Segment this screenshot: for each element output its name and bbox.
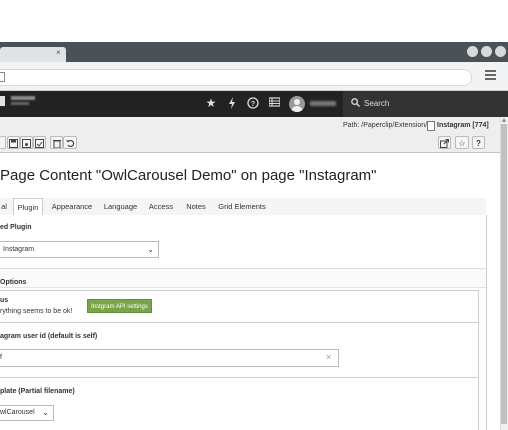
help-icon[interactable]: ? [246, 97, 260, 110]
clear-input-icon[interactable]: × [326, 352, 331, 362]
star-icon[interactable]: ★ [204, 97, 218, 110]
hamburger-menu-icon[interactable] [485, 70, 496, 80]
user-id-value: f [0, 354, 2, 361]
save-close-icon[interactable] [33, 136, 46, 149]
template-label: plate (Partial filename) [0, 388, 75, 395]
search-label[interactable]: Search [364, 99, 389, 108]
open-new-window-icon[interactable] [438, 136, 451, 149]
avatar-icon[interactable] [289, 96, 305, 112]
url-field[interactable] [0, 69, 472, 86]
scroll-up-arrow-icon[interactable] [502, 118, 506, 122]
selected-plugin-label: ed Plugin [0, 224, 32, 231]
path-label: Path: /Paperclip/Extension/ [343, 122, 428, 129]
page-icon[interactable] [427, 121, 435, 131]
tab-appearance[interactable]: Appearance [50, 198, 94, 215]
tab-close-icon[interactable]: × [56, 48, 64, 58]
bookmark-star-icon[interactable]: ☆ [455, 136, 469, 149]
template-select-value: wlCarousel [0, 409, 35, 416]
window-close-button[interactable] [495, 46, 506, 57]
undo-icon[interactable] [63, 136, 77, 149]
options-section-header [0, 269, 486, 288]
chevron-down-icon: ⌄ [147, 245, 154, 254]
tab-access[interactable]: Access [146, 198, 176, 215]
page-label[interactable]: Instagram [774] [437, 122, 489, 129]
tab-general[interactable]: al [0, 198, 8, 215]
plugin-select-value: Instagram [3, 246, 35, 253]
bolt-icon[interactable] [225, 97, 239, 110]
status-label: us [0, 297, 9, 304]
desktop-background [0, 0, 508, 42]
tab-plugin[interactable]: Plugin [13, 198, 43, 216]
template-chevron-down-icon: ⌄ [42, 408, 49, 417]
logo-icon[interactable] [0, 96, 5, 106]
user-id-input[interactable]: f [0, 349, 339, 367]
username[interactable] [310, 101, 336, 106]
search-icon [351, 98, 360, 107]
tab-grid-elements[interactable]: Grid Elements [216, 198, 268, 215]
status-box [0, 290, 479, 323]
close-button[interactable] [0, 136, 6, 149]
instagram-api-settings-button[interactable]: Instgram API settings [87, 299, 152, 313]
browser-tab-bar [0, 42, 508, 62]
list-icon[interactable] [267, 97, 281, 110]
delete-icon[interactable] [50, 136, 63, 149]
site-name [11, 96, 35, 100]
page-info-icon[interactable] [0, 72, 5, 82]
tab-notes[interactable]: Notes [182, 198, 210, 215]
save-view-icon[interactable] [20, 136, 33, 149]
user-id-label: agram user id (default is self) [0, 333, 98, 340]
save-icon[interactable] [7, 136, 20, 149]
template-select[interactable]: wlCarousel ⌄ [0, 405, 54, 421]
site-version [11, 102, 29, 105]
svg-text:?: ? [251, 101, 255, 108]
plugin-select[interactable]: Instagram ⌄ [0, 241, 159, 258]
status-text: rything seems to be ok! [0, 308, 73, 315]
tab-language[interactable]: Language [101, 198, 140, 215]
help-button-icon[interactable]: ? [472, 136, 485, 149]
page-title: Page Content "OwlCarousel Demo" on page … [0, 167, 377, 184]
options-section-title: Options [0, 279, 27, 286]
scrollbar-thumb[interactable] [501, 124, 507, 424]
window-maximize-button[interactable] [481, 46, 492, 57]
template-box [0, 378, 479, 430]
window-minimize-button[interactable] [467, 46, 478, 57]
